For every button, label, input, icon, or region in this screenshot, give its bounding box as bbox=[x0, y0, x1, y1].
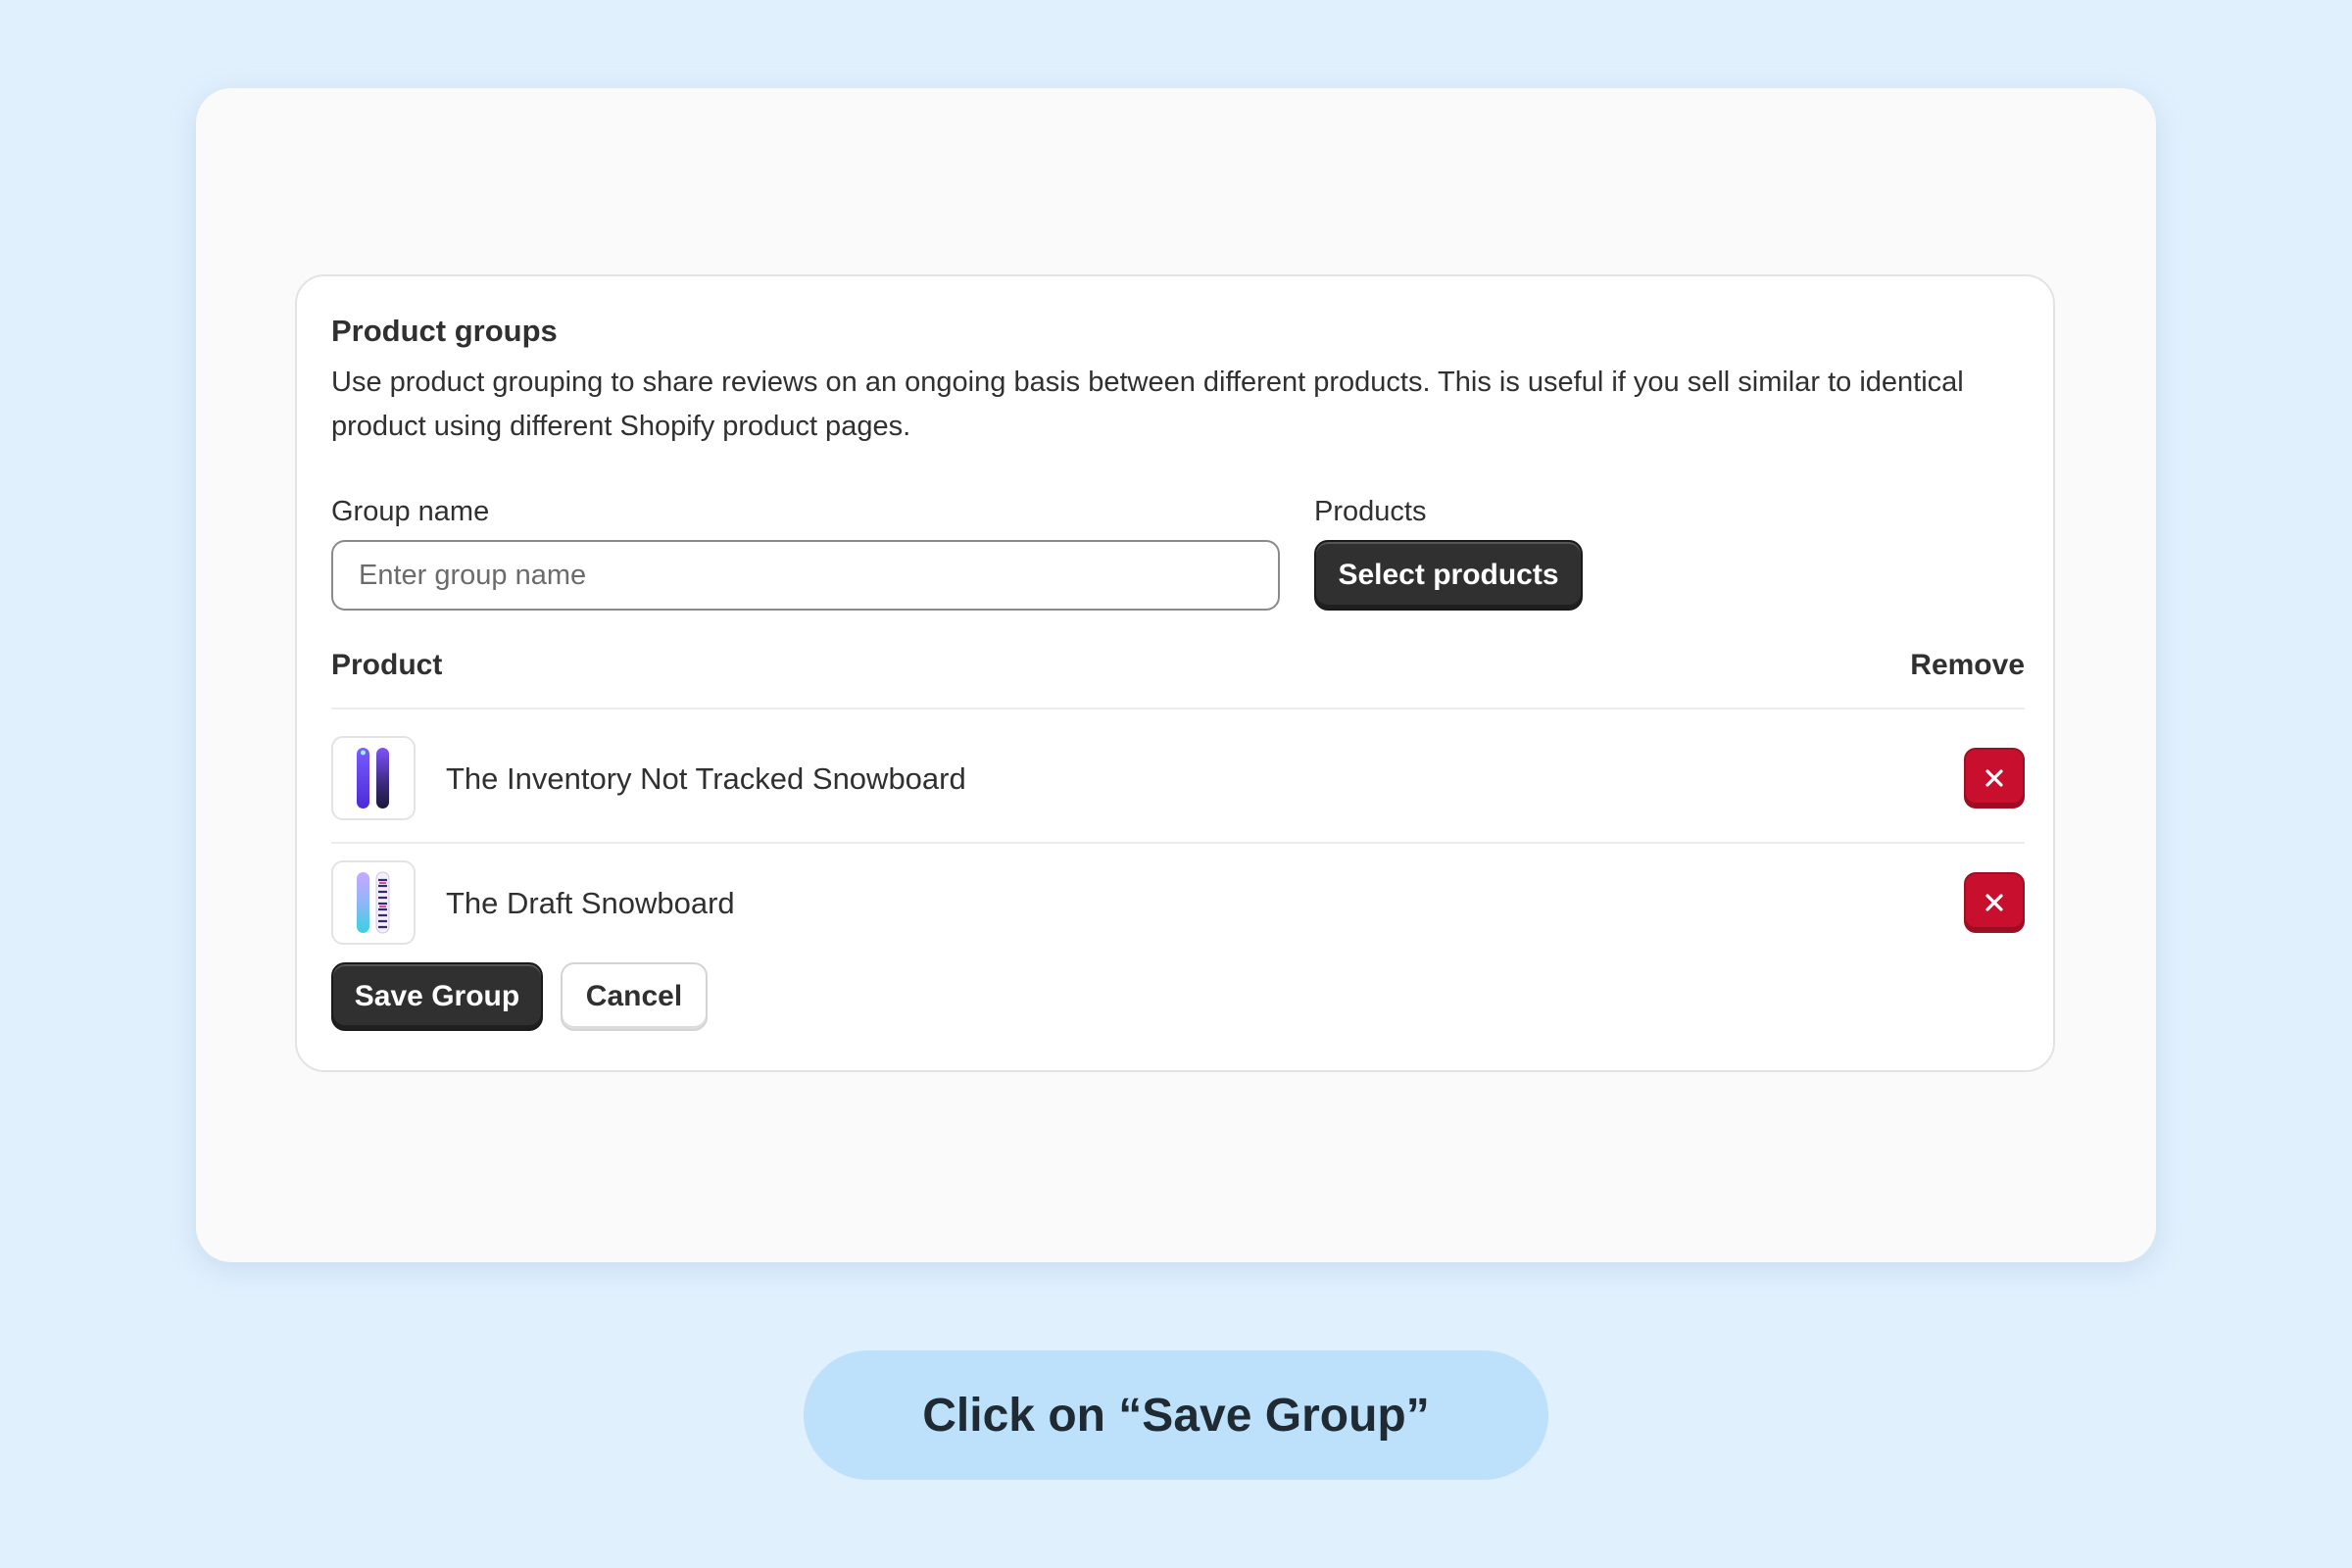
product-name: The Inventory Not Tracked Snowboard bbox=[446, 761, 966, 796]
column-header-product: Product bbox=[331, 649, 443, 681]
group-name-label: Group name bbox=[331, 496, 490, 527]
close-icon bbox=[1985, 894, 2003, 911]
remove-product-button[interactable] bbox=[1964, 872, 2025, 933]
product-name: The Draft Snowboard bbox=[446, 886, 735, 920]
card-title: Product groups bbox=[331, 314, 558, 348]
app-window: Product groups Use product grouping to s… bbox=[196, 88, 2156, 1262]
product-groups-card: Product groups Use product grouping to s… bbox=[295, 274, 2055, 1072]
snowboard-purple-icon bbox=[331, 736, 416, 820]
select-products-button[interactable]: Select products bbox=[1314, 540, 1583, 611]
products-label: Products bbox=[1314, 496, 1427, 527]
instruction-hint: Click on “Save Group” bbox=[804, 1350, 1548, 1480]
column-header-remove: Remove bbox=[1910, 649, 2025, 681]
remove-product-button[interactable] bbox=[1964, 748, 2025, 808]
snowboard-gradient-icon bbox=[331, 860, 416, 945]
table-row: The Inventory Not Tracked Snowboard bbox=[331, 718, 2025, 844]
table-row: The Draft Snowboard bbox=[331, 843, 2025, 966]
card-description: Use product grouping to share reviews on… bbox=[331, 367, 1964, 442]
cancel-button[interactable]: Cancel bbox=[561, 962, 708, 1031]
save-group-button[interactable]: Save Group bbox=[331, 962, 543, 1031]
group-name-input[interactable] bbox=[331, 540, 1280, 611]
product-table-header: Product Remove bbox=[331, 649, 2025, 710]
close-icon bbox=[1985, 769, 2003, 787]
